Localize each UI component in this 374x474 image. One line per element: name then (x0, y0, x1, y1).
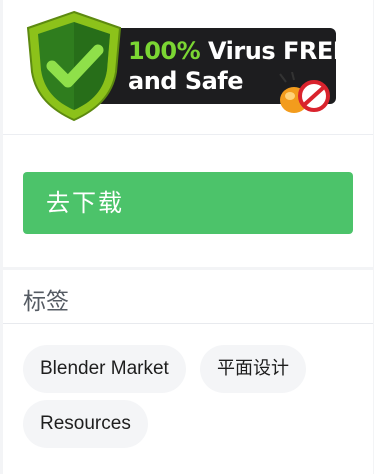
tag-resources[interactable]: Resources (23, 400, 148, 448)
tag-graphic-design[interactable]: 平面设计 (200, 345, 306, 393)
download-card: 去下载 (3, 135, 373, 267)
tag-blender-market[interactable]: Blender Market (23, 345, 186, 393)
badge-subline: and Safe (128, 67, 244, 95)
divider (3, 323, 373, 324)
download-button[interactable]: 去下载 (23, 172, 353, 234)
tags-card: 标签 Blender Market 平面设计 Resources (3, 270, 373, 474)
virus-free-badge: 100% Virus FREE and Safe (24, 10, 349, 122)
shield-check-icon (26, 10, 122, 122)
virus-free-card: 100% Virus FREE and Safe (3, 0, 373, 135)
tags-title: 标签 (23, 289, 69, 315)
bug-forbidden-icon (279, 72, 330, 113)
badge-headline: 100% Virus FREE (128, 37, 349, 65)
